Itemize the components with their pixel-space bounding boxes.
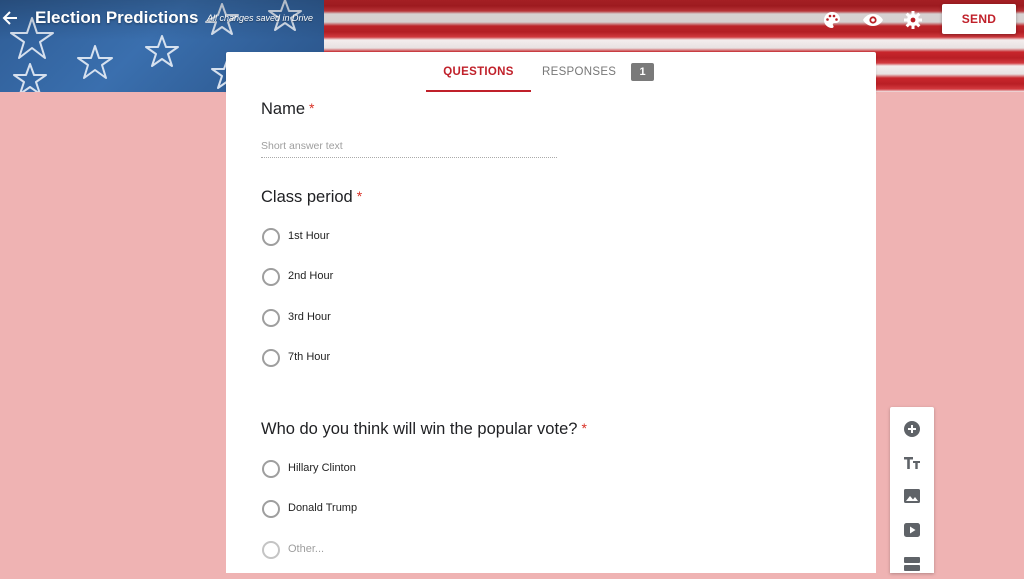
radio-option-label: 1st Hour bbox=[288, 230, 330, 242]
radio-option-label: 2nd Hour bbox=[288, 270, 334, 282]
add-video-icon[interactable] bbox=[902, 520, 922, 540]
add-question-icon[interactable] bbox=[902, 419, 922, 439]
radio-button[interactable] bbox=[262, 268, 280, 286]
side-toolbar bbox=[890, 407, 934, 573]
required-asterisk: * bbox=[581, 420, 587, 436]
required-asterisk: * bbox=[309, 100, 315, 116]
radio-option-label: Other... bbox=[288, 543, 325, 555]
arrow-back-icon[interactable] bbox=[0, 8, 22, 30]
radio-button[interactable] bbox=[262, 228, 280, 246]
short-answer-field[interactable]: Short answer text bbox=[261, 139, 557, 158]
question-title-text: Class period bbox=[261, 188, 353, 206]
radio-option-label: Hillary Clinton bbox=[288, 462, 356, 474]
radio-button[interactable] bbox=[262, 541, 280, 559]
question-title[interactable]: Name * bbox=[261, 100, 314, 119]
radio-button[interactable] bbox=[262, 500, 280, 518]
form-card: Name * Short answer text Class period * 1s… bbox=[226, 92, 876, 573]
add-section-icon[interactable] bbox=[902, 554, 922, 574]
question-title-text: Name bbox=[261, 100, 306, 118]
radio-option-label: 3rd Hour bbox=[288, 311, 331, 323]
radio-button[interactable] bbox=[262, 349, 280, 367]
tab-questions[interactable]: QUESTIONS bbox=[426, 52, 531, 92]
form-title[interactable]: Election Predictions bbox=[35, 8, 198, 28]
radio-option-label: Donald Trump bbox=[288, 502, 358, 514]
send-button[interactable]: SEND bbox=[942, 4, 1016, 34]
radio-button[interactable] bbox=[262, 309, 280, 327]
responses-count-badge: 1 bbox=[631, 63, 654, 81]
save-status: All changes saved in Drive bbox=[207, 13, 314, 23]
eye-icon[interactable] bbox=[862, 10, 884, 30]
gear-icon[interactable] bbox=[903, 10, 923, 30]
radio-option-label: 7th Hour bbox=[288, 351, 331, 363]
add-image-icon[interactable] bbox=[902, 486, 922, 506]
question-title[interactable]: Class period * bbox=[261, 188, 362, 207]
tab-bar: QUESTIONS RESPONSES 1 bbox=[226, 52, 876, 92]
palette-icon[interactable] bbox=[822, 10, 842, 30]
question-title[interactable]: Who do you think will win the popular vo… bbox=[261, 420, 587, 439]
question-title-text: Who do you think will win the popular vo… bbox=[261, 420, 578, 438]
required-asterisk: * bbox=[356, 188, 363, 204]
add-title-icon[interactable] bbox=[902, 453, 922, 473]
radio-button[interactable] bbox=[262, 460, 280, 478]
